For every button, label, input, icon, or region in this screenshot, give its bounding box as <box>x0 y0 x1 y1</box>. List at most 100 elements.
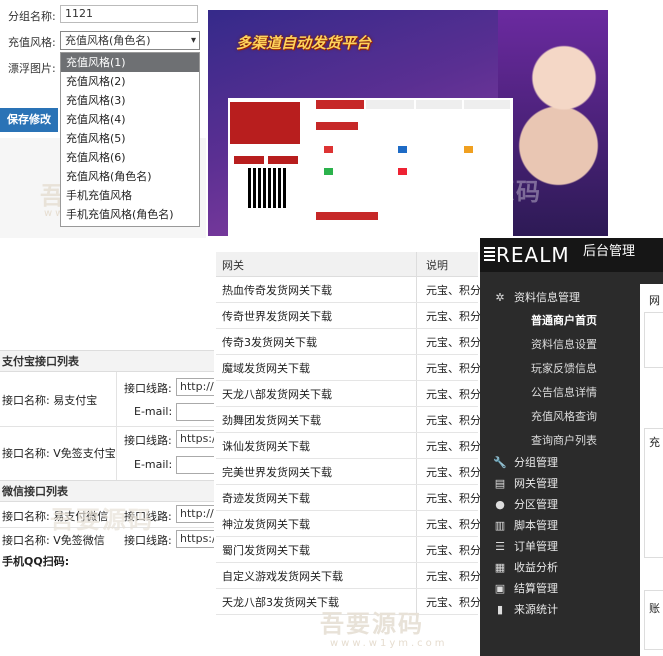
wechat-section-header: 微信接口列表 <box>0 480 214 502</box>
preview-tab <box>464 100 510 109</box>
line-input[interactable]: http://p <box>176 505 214 523</box>
gateway-download-link[interactable]: 劲舞团发货网关下载 <box>222 412 321 428</box>
menu-info-management[interactable]: ✲ 资料信息管理 <box>492 288 580 308</box>
table-icon: ▦ <box>494 561 506 574</box>
table-row: 传奇世界发货网关下载 元宝、积分 <box>216 302 481 329</box>
dropdown-option[interactable]: 充值风格(4) <box>61 110 199 129</box>
menu-label: 来源统计 <box>514 603 558 616</box>
gateway-download-link[interactable]: 魔域发货网关下载 <box>222 360 310 376</box>
chevron-down-icon: ▾ <box>190 35 196 46</box>
preview-info-box <box>230 102 300 144</box>
submenu-merchant-list[interactable]: 查询商户列表 <box>531 431 597 451</box>
menu-gateway-management[interactable]: ▤ 网关管理 <box>492 474 558 494</box>
menu-zone-management[interactable]: ● 分区管理 <box>492 495 558 515</box>
menu-label: 网关管理 <box>514 477 558 490</box>
gateway-download-link[interactable]: 诛仙发货网关下载 <box>222 438 310 454</box>
menu-revenue-analysis[interactable]: ▦ 收益分析 <box>492 558 558 578</box>
submenu-player-feedback[interactable]: 玩家反馈信息 <box>531 359 597 379</box>
recharge-style-dropdown: 充值风格(1) 充值风格(2) 充值风格(3) 充值风格(4) 充值风格(5) … <box>60 52 200 227</box>
submenu-info-settings[interactable]: 资料信息设置 <box>531 335 597 355</box>
gateway-download-link[interactable]: 神泣发货网关下载 <box>222 516 310 532</box>
content-box <box>644 590 663 650</box>
preview-tab <box>416 100 462 109</box>
content-area-edge: 网 充 账 <box>640 284 663 656</box>
file-icon: ▥ <box>494 519 506 532</box>
bar-chart-icon: ▮ <box>496 603 504 616</box>
user-icon: ● <box>495 498 505 511</box>
table-row: 天龙八部发货网关下载 元宝、积分 <box>216 380 481 407</box>
menu-settlement-management[interactable]: ▣ 结算管理 <box>492 579 558 599</box>
gateway-desc: 元宝、积分 <box>426 518 481 531</box>
column-header-gateway: 网关 <box>222 259 244 272</box>
gateway-download-link[interactable]: 传奇3发货网关下载 <box>222 334 317 350</box>
gateway-download-link[interactable]: 蜀门发货网关下载 <box>222 542 310 558</box>
gear-icon: ✲ <box>495 291 505 304</box>
menu-label: 订单管理 <box>514 540 558 553</box>
qr-code-icon <box>248 168 288 208</box>
gateway-download-link[interactable]: 传奇世界发货网关下载 <box>222 308 332 324</box>
table-row: 热血传奇发货网关下载 元宝、积分 <box>216 276 481 303</box>
recharge-style-selected: 充值风格(角色名) <box>65 34 151 47</box>
table-row: 诛仙发货网关下载 元宝、积分 <box>216 432 481 459</box>
email-input[interactable] <box>176 403 214 421</box>
list-icon: ☰ <box>495 540 505 553</box>
menu-label: 收益分析 <box>514 561 558 574</box>
gateway-desc: 元宝、积分 <box>426 596 481 609</box>
alipay-interface-name: 接口名称: 易支付宝 <box>2 394 98 407</box>
line-input[interactable]: http://p <box>176 378 214 396</box>
dropdown-option[interactable]: 手机充值风格(角色名) <box>61 205 199 224</box>
content-box <box>644 428 663 558</box>
gateway-desc: 元宝、积分 <box>426 362 481 375</box>
email-input[interactable] <box>176 456 214 474</box>
line-input[interactable]: https:// <box>176 430 214 448</box>
realm-logo: REALM <box>484 243 570 267</box>
alipay-interface-name: 接口名称: V免签支付宝 <box>2 447 116 460</box>
dropdown-option[interactable]: 充值风格(2) <box>61 72 199 91</box>
menu-label: 脚本管理 <box>514 519 558 532</box>
menu-source-statistics[interactable]: ▮ 来源统计 <box>492 600 558 620</box>
float-image-label: 漂浮图片: <box>8 62 56 75</box>
divider <box>116 372 117 426</box>
gateway-table: 网关 说明 热血传奇发货网关下载 元宝、积分 传奇世界发货网关下载 元宝、积分 传奇… <box>216 252 481 620</box>
save-button[interactable]: 保存修改 <box>0 108 58 132</box>
table-row: 蜀门发货网关下载 元宝、积分 <box>216 536 481 563</box>
menu-group-management[interactable]: 🔧 分组管理 <box>492 453 558 473</box>
group-name-label: 分组名称: <box>8 10 56 23</box>
dropdown-option[interactable]: 手机充值风格 <box>61 186 199 205</box>
preview-tabs <box>316 100 511 110</box>
table-row: 魔域发货网关下载 元宝、积分 <box>216 354 481 381</box>
dropdown-option[interactable]: 充值风格(5) <box>61 129 199 148</box>
submenu-announcements[interactable]: 公告信息详情 <box>531 383 597 403</box>
qq-icon <box>398 168 407 175</box>
email-label: E-mail: <box>134 458 173 471</box>
preview-section <box>316 212 378 220</box>
menu-order-management[interactable]: ☰ 订单管理 <box>492 537 558 557</box>
submenu-merchant-home[interactable]: 普通商户首页 <box>531 311 597 331</box>
logo-text: REALM <box>496 243 570 267</box>
recharge-style-select[interactable]: 充值风格(角色名) ▾ <box>60 31 200 50</box>
gateway-desc: 元宝、积分 <box>426 492 481 505</box>
table-row: 完美世界发货网关下载 元宝、积分 <box>216 458 481 485</box>
table-row: 传奇3发货网关下载 元宝、积分 <box>216 328 481 355</box>
gateway-download-link[interactable]: 天龙八部发货网关下载 <box>222 386 332 402</box>
clipboard-icon: ▤ <box>494 477 506 490</box>
dropdown-option[interactable]: 充值风格(6) <box>61 148 199 167</box>
gateway-download-link[interactable]: 奇迹发货网关下载 <box>222 490 310 506</box>
logo-bars-icon <box>484 247 495 263</box>
group-name-input[interactable]: 1121 <box>60 5 198 23</box>
dropdown-option[interactable]: 充值风格(1) <box>61 53 199 72</box>
gateway-desc: 元宝、积分 <box>426 310 481 323</box>
gateway-desc: 元宝、积分 <box>426 414 481 427</box>
gateway-download-link[interactable]: 完美世界发货网关下载 <box>222 464 332 480</box>
pay-icon <box>464 146 473 153</box>
divider <box>116 426 117 480</box>
dropdown-option[interactable]: 充值风格(3) <box>61 91 199 110</box>
line-input[interactable]: https:// <box>176 530 214 548</box>
dropdown-option[interactable]: 充值风格(角色名) <box>61 167 199 186</box>
gateway-download-link[interactable]: 热血传奇发货网关下载 <box>222 282 332 298</box>
gateway-desc: 元宝、积分 <box>426 544 481 557</box>
bank-icon <box>324 146 333 153</box>
gateway-download-link[interactable]: 自定义游戏发货网关下载 <box>222 568 343 584</box>
submenu-style-query[interactable]: 充值风格查询 <box>531 407 597 427</box>
menu-script-management[interactable]: ▥ 脚本管理 <box>492 516 558 536</box>
